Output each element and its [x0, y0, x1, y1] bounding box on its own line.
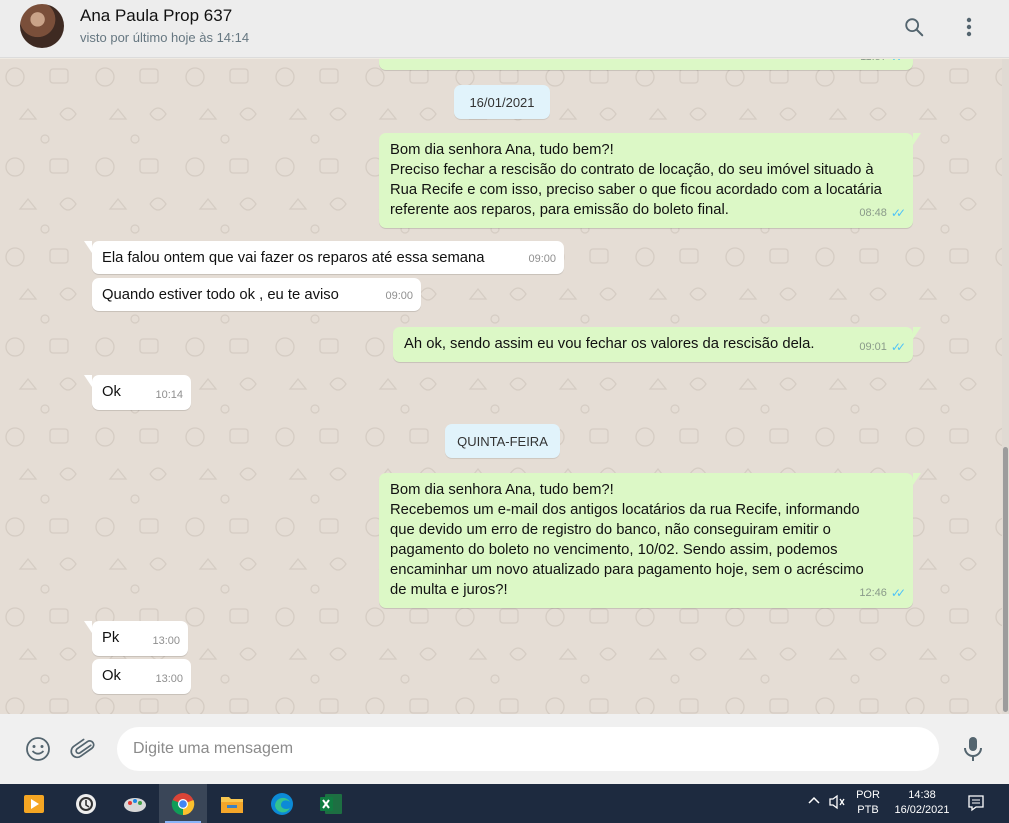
paint-app-icon[interactable] [111, 784, 159, 823]
message-bubble-incoming[interactable]: Quando estiver todo ok , eu te aviso 09:… [92, 278, 421, 311]
message-time: 12:46 [859, 587, 887, 599]
microphone-icon[interactable] [958, 734, 988, 764]
message-text: Bom dia senhora Ana, tudo bem?! Recebemo… [390, 482, 864, 598]
date-separator: QUINTA-FEIRA [445, 424, 560, 458]
message-bubble-outgoing[interactable]: Ah ok, sendo assim eu vou fechar os valo… [393, 327, 921, 362]
message-bubble-incoming[interactable]: Ela falou ontem que vai fazer os reparos… [84, 241, 564, 274]
message-bubble-outgoing[interactable]: Bom dia senhora Ana, tudo bem?! Preciso … [379, 133, 921, 228]
read-ticks-icon: ✓✓ [891, 59, 906, 67]
volume-muted-icon[interactable] [826, 794, 848, 815]
message-time: 09:00 [385, 290, 413, 302]
avatar[interactable] [20, 4, 64, 48]
emoji-icon[interactable] [23, 734, 53, 764]
read-ticks-icon: ✓✓ [890, 340, 906, 354]
message-bubble-incoming[interactable]: Pk 13:00 [84, 621, 188, 656]
message-text: Ah ok, sendo assim eu vou fechar os valo… [404, 336, 815, 352]
notifications-icon[interactable] [964, 794, 988, 817]
message-text: Ela falou ontem que vai fazer os reparos… [102, 250, 485, 266]
message-time: 13:00 [152, 635, 180, 647]
chrome-icon[interactable] [159, 784, 207, 823]
contact-name[interactable]: Ana Paula Prop 637 [80, 6, 232, 26]
keyboard-layout: PTB [857, 804, 879, 816]
attach-icon[interactable] [68, 734, 98, 764]
file-explorer-icon[interactable] [208, 784, 256, 823]
last-seen-status: visto por último hoje às 14:14 [80, 30, 250, 45]
security-app-icon[interactable] [62, 784, 110, 823]
date-separator: 16/01/2021 [454, 85, 550, 119]
message-time: 08:48 [859, 207, 887, 219]
message-time: 13:00 [155, 673, 183, 685]
read-ticks-icon: ✓✓ [890, 586, 906, 600]
message-text: Quando estiver todo ok , eu te aviso [102, 287, 339, 303]
scrollbar-thumb[interactable] [1003, 447, 1008, 712]
excel-icon[interactable] [307, 784, 355, 823]
message-composer [0, 714, 1009, 784]
message-bubble-partial[interactable]: 11:57 ✓✓ [379, 59, 913, 70]
search-icon[interactable] [899, 12, 929, 42]
chat-header: Ana Paula Prop 637 visto por último hoje… [0, 0, 1009, 58]
message-bubble-incoming[interactable]: Ok 13:00 [92, 659, 191, 694]
chat-area[interactable]: 11:57 ✓✓ 16/01/2021 Bom dia senhora Ana, … [0, 59, 1009, 714]
tray-chevron-up-icon[interactable] [804, 795, 824, 810]
read-ticks-icon: ✓✓ [890, 206, 906, 220]
media-player-icon[interactable] [10, 784, 58, 823]
message-bubble-outgoing[interactable]: Bom dia senhora Ana, tudo bem?! Recebemo… [379, 473, 921, 608]
message-input[interactable] [117, 727, 939, 771]
language-code: POR [856, 789, 880, 801]
system-clock[interactable]: 14:38 16/02/2021 [888, 788, 956, 818]
clock-time: 14:38 [908, 789, 936, 801]
windows-taskbar: POR PTB 14:38 16/02/2021 [0, 784, 1009, 823]
menu-dots-icon[interactable] [954, 12, 984, 42]
input-language[interactable]: POR PTB [851, 788, 885, 818]
message-time: 11:57 [860, 59, 887, 67]
edge-icon[interactable] [258, 784, 306, 823]
message-text: Bom dia senhora Ana, tudo bem?! Preciso … [390, 142, 882, 218]
message-time: 09:01 [859, 341, 887, 353]
clock-date: 16/02/2021 [894, 804, 950, 816]
message-bubble-incoming[interactable]: Ok 10:14 [84, 375, 191, 410]
message-time: 09:00 [528, 253, 556, 265]
message-time: 10:14 [155, 389, 183, 401]
